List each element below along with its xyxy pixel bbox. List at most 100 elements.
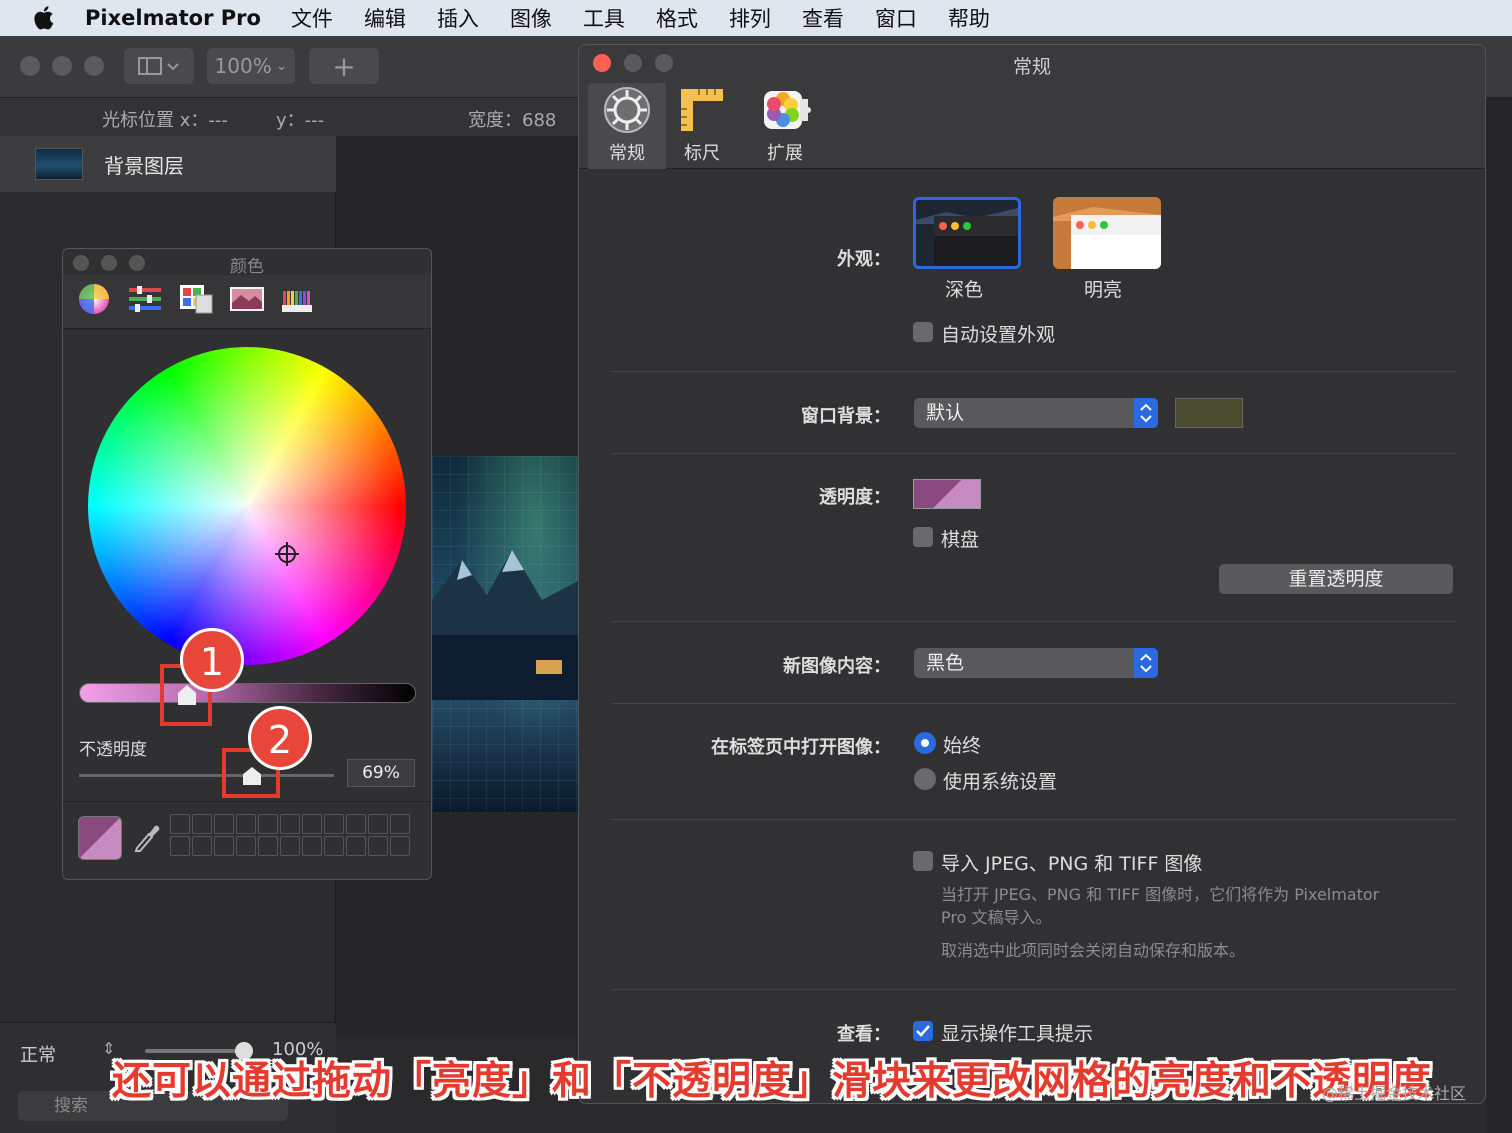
updown-arrows-icon [1134,398,1158,428]
zoom-menu[interactable]: 100% ⌄ [207,48,295,84]
separator [611,819,1455,820]
separator [611,703,1455,704]
menu-file[interactable]: 文件 [291,3,333,33]
palettes-icon[interactable] [178,281,214,317]
zoom-value: 100% [214,54,272,78]
tutorial-caption: 还可以通过拖动「亮度」和「不透明度」滑块来更改网格的亮度和不透明度 [112,1059,1433,1104]
blend-mode-select[interactable]: 正常 [20,1041,56,1067]
empty-swatch[interactable] [258,814,278,834]
window-minimize-button[interactable] [52,56,72,76]
add-button[interactable]: + [309,48,379,84]
tab-rulers[interactable]: 标尺 [663,83,741,169]
menu-help[interactable]: 帮助 [948,3,990,33]
opacity-value-field[interactable]: 69% [347,759,415,787]
empty-swatch[interactable] [170,836,190,856]
preferences-toolbar: 常规 常规 标尺 扩展 [579,45,1485,169]
menu-image[interactable]: 图像 [510,3,552,33]
extensions-icon [764,91,811,129]
empty-swatch[interactable] [192,814,212,834]
empty-swatch[interactable] [214,814,234,834]
separator [611,621,1455,622]
show-tooltips-label: 显示操作工具提示 [941,1023,1094,1045]
empty-swatch[interactable] [170,814,190,834]
image-palette-icon[interactable] [229,281,265,317]
appearance-dark-label: 深色 [945,279,984,301]
empty-swatch[interactable] [346,814,366,834]
menu-window[interactable]: 窗口 [875,3,917,33]
import-images-label: 导入 JPEG、PNG 和 TIFF 图像 [941,853,1203,875]
sliders-icon[interactable] [127,281,163,317]
empty-swatch[interactable] [236,836,256,856]
color-wheel-icon[interactable] [76,281,112,317]
empty-swatch[interactable] [280,836,300,856]
eyedropper-icon[interactable] [133,822,161,852]
empty-swatch[interactable] [368,814,388,834]
tab-rulers-label: 标尺 [684,143,720,164]
color-wheel[interactable] [88,347,406,665]
view-label: 查看： [837,1024,891,1045]
chevron-down-icon: ⌄ [275,58,288,74]
open-tabs-system-radio[interactable] [914,768,936,790]
layer-name: 背景图层 [104,154,184,178]
opacity-label: 不透明度 [79,740,147,760]
empty-swatch[interactable] [390,836,410,856]
separator [611,453,1455,454]
step-badge-1: 1 [180,628,244,692]
auto-appearance-checkbox[interactable] [913,322,933,342]
empty-swatch[interactable] [324,836,344,856]
window-zoom-button[interactable] [84,56,104,76]
empty-swatch[interactable] [192,836,212,856]
import-images-checkbox[interactable] [913,851,933,871]
menubar: Pixelmator Pro 文件 编辑 插入 图像 工具 格式 排列 查看 窗… [0,0,1512,36]
menu-arrange[interactable]: 排列 [729,3,771,33]
window-close-button[interactable] [20,56,40,76]
empty-swatch[interactable] [258,836,278,856]
window-bg-color-well[interactable] [1175,398,1243,428]
empty-swatch[interactable] [214,836,234,856]
current-color-swatch[interactable] [78,816,122,860]
color-panel-tabs [63,275,431,329]
pencils-icon[interactable] [280,281,316,317]
menu-format[interactable]: 格式 [656,3,698,33]
appearance-light-option[interactable] [1053,197,1161,269]
empty-swatch[interactable] [302,814,322,834]
step-badge-2: 2 [248,706,312,770]
opacity-slider[interactable] [79,774,334,777]
layer-row[interactable]: 背景图层 [0,136,336,192]
empty-swatch[interactable] [368,836,388,856]
mountain-image [432,550,580,700]
menu-view[interactable]: 查看 [802,3,844,33]
tab-general[interactable]: 常规 [588,83,666,169]
appearance-dark-option[interactable] [913,197,1021,269]
show-tooltips-checkbox[interactable] [913,1021,933,1041]
new-image-select[interactable]: 黑色 [914,648,1158,678]
dark-theme-preview [916,200,1018,266]
window-bg-select[interactable]: 默认 [914,398,1158,428]
empty-swatch[interactable] [280,814,300,834]
menu-edit[interactable]: 编辑 [364,3,406,33]
empty-swatch[interactable] [302,836,322,856]
saved-swatches-grid[interactable] [170,814,410,856]
reset-transparency-button[interactable]: 重置透明度 [1219,564,1453,594]
cursor-y-readout: y：--- [276,110,325,131]
sidebar-toggle-button[interactable] [124,48,194,84]
brightness-slider[interactable] [79,683,416,703]
empty-swatch[interactable] [346,836,366,856]
transparency-color-well[interactable] [913,479,981,509]
menu-insert[interactable]: 插入 [437,3,479,33]
checkerboard-checkbox[interactable] [913,527,933,547]
open-tabs-always-radio[interactable] [914,732,936,754]
appearance-label: 外观： [837,249,891,270]
apple-icon[interactable] [33,5,55,31]
tab-extensions[interactable]: 扩展 [746,83,824,169]
app-menu[interactable]: Pixelmator Pro [85,6,261,30]
preferences-window: 常规 常规 标尺 扩展 外观： 深色 明亮 自动设置外观 窗口背景： 默认 透明… [578,44,1486,1104]
open-tabs-system-label: 使用系统设置 [943,771,1058,793]
empty-swatch[interactable] [236,814,256,834]
light-theme-preview [1053,197,1161,269]
empty-swatch[interactable] [324,814,344,834]
new-image-label: 新图像内容： [783,656,891,677]
menu-tools[interactable]: 工具 [583,3,625,33]
crosshair-icon[interactable] [275,542,299,566]
empty-swatch[interactable] [390,814,410,834]
